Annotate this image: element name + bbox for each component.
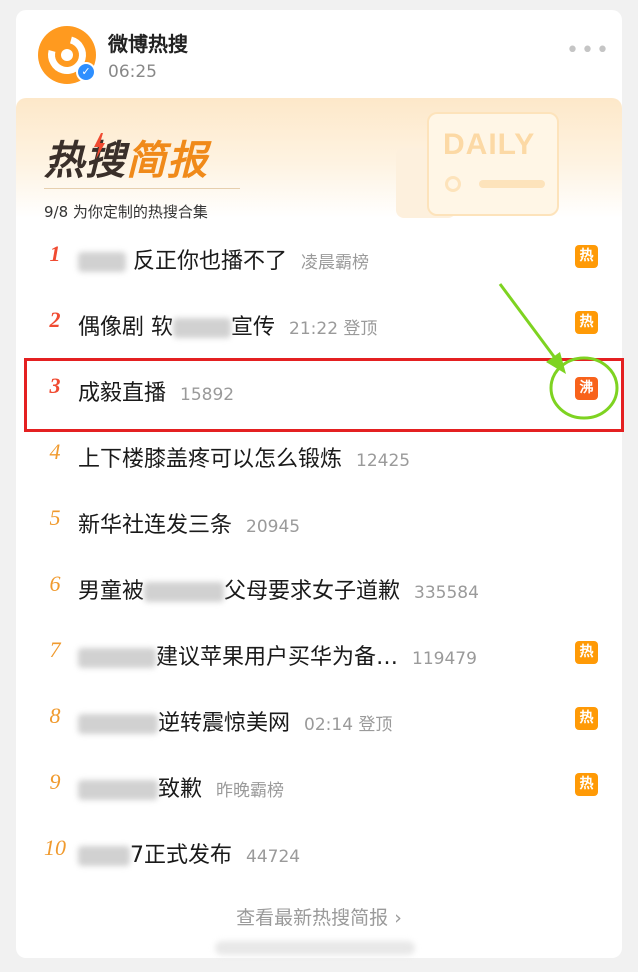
brand-title-part1: 热搜	[44, 138, 126, 184]
hot-rank: 4	[49, 439, 61, 464]
banner-subtitle: 9/8 为你定制的热搜合集	[44, 203, 208, 221]
hot-meta: 335584	[414, 583, 479, 603]
view-latest-briefing-link[interactable]: 查看最新热搜简报 ›	[0, 903, 638, 930]
hot-rank: 6	[49, 571, 61, 596]
hot-title-line: 男童被 父母要求女子道歉 335584	[78, 573, 479, 605]
hot-meta: 21:22 登顶	[289, 319, 378, 339]
daily-card-decoration: DAILY	[427, 112, 559, 216]
redacted-text	[78, 252, 126, 272]
hot-title-line: 7正式发布 44724	[78, 837, 300, 869]
hot-meta: 02:14 登顶	[304, 715, 393, 735]
hot-title: 致歉	[158, 777, 203, 802]
redacted-text	[78, 846, 130, 866]
brand-title: 热搜简报	[44, 128, 208, 186]
hot-item[interactable]: 4 上下楼膝盖疼可以怎么锻炼 12425	[40, 431, 600, 481]
hot-rank: 9	[49, 769, 61, 794]
account-name[interactable]: 微博热搜	[108, 28, 188, 57]
hot-item[interactable]: 7 建议苹果用户买华为备… 119479 热	[40, 629, 600, 679]
hot-badge: 热	[575, 641, 598, 664]
redacted-text	[144, 582, 225, 602]
hot-title-line: 致歉 昨晚霸榜	[78, 771, 284, 803]
hot-title-line: 新华社连发三条 20945	[78, 507, 300, 539]
hot-badge: 热	[575, 707, 598, 730]
banner-divider	[44, 188, 240, 189]
hot-title-tail: 宣传	[231, 315, 276, 340]
hot-title: 逆转震惊美网	[158, 711, 291, 736]
brand-title-part2: 简报	[126, 138, 208, 184]
hot-item[interactable]: 10 7正式发布 44724	[40, 827, 600, 877]
footer-fade-decoration	[215, 941, 415, 955]
avatar-logo-dot	[61, 49, 73, 61]
hot-rank: 7	[49, 637, 61, 662]
hot-rank: 10	[44, 835, 66, 860]
hot-rank: 2	[49, 307, 61, 332]
hot-title-line: 反正你也播不了 凌晨霸榜	[78, 243, 369, 275]
hot-title: 建议苹果用户买华为备…	[156, 645, 399, 670]
footer-link-text: 查看最新热搜简报	[236, 907, 389, 929]
hot-title-line: 上下楼膝盖疼可以怎么锻炼 12425	[78, 441, 410, 473]
daily-tag: DAILY	[443, 128, 536, 161]
hot-rank: 5	[49, 505, 61, 530]
hot-title: 7正式发布	[130, 843, 232, 868]
hot-meta: 昨晚霸榜	[216, 781, 285, 801]
chevron-right-icon: ›	[394, 907, 402, 929]
hot-item[interactable]: 9 致歉 昨晚霸榜 热	[40, 761, 600, 811]
post-time: 06:25	[108, 62, 157, 82]
daily-bar-decoration	[479, 180, 545, 188]
hot-item[interactable]: 2 偶像剧 软 宣传 21:22 登顶 热	[40, 299, 600, 349]
hot-rank: 1	[49, 241, 61, 266]
hot-title-line: 建议苹果用户买华为备… 119479	[78, 639, 477, 671]
verified-check-icon: ✓	[76, 62, 96, 82]
redacted-text	[78, 780, 158, 800]
redacted-text	[173, 318, 231, 338]
hot-item[interactable]: 1 反正你也播不了 凌晨霸榜 热	[40, 233, 600, 283]
daily-circle-decoration	[445, 176, 461, 192]
hot-meta: 119479	[412, 649, 477, 669]
hot-title-line: 逆转震惊美网 02:14 登顶	[78, 705, 392, 737]
hot-meta: 20945	[246, 517, 301, 537]
hot-badge: 热	[575, 245, 598, 268]
lightning-icon	[94, 133, 105, 159]
hot-title: 新华社连发三条	[78, 513, 233, 538]
hot-meta: 44724	[246, 847, 301, 867]
hot-item[interactable]: 8 逆转震惊美网 02:14 登顶 热	[40, 695, 600, 745]
hot-title-tail: 父母要求女子道歉	[224, 579, 401, 604]
hot-title: 偶像剧 软	[78, 315, 173, 340]
more-dots-icon[interactable]: •••	[566, 38, 611, 63]
hot-badge: 热	[575, 773, 598, 796]
highlight-box	[24, 358, 624, 432]
hot-title-line: 偶像剧 软 宣传 21:22 登顶	[78, 309, 377, 341]
hot-item[interactable]: 6 男童被 父母要求女子道歉 335584	[40, 563, 600, 613]
hot-badge: 热	[575, 311, 598, 334]
hot-item[interactable]: 5 新华社连发三条 20945	[40, 497, 600, 547]
hot-title: 上下楼膝盖疼可以怎么锻炼	[78, 447, 343, 472]
redacted-text	[78, 648, 156, 668]
hot-meta: 12425	[356, 451, 411, 471]
hot-title: 反正你也播不了	[133, 249, 288, 274]
redacted-text	[78, 714, 158, 734]
hot-title: 男童被	[78, 579, 145, 604]
hot-rank: 8	[49, 703, 61, 728]
hot-meta: 凌晨霸榜	[301, 253, 370, 273]
